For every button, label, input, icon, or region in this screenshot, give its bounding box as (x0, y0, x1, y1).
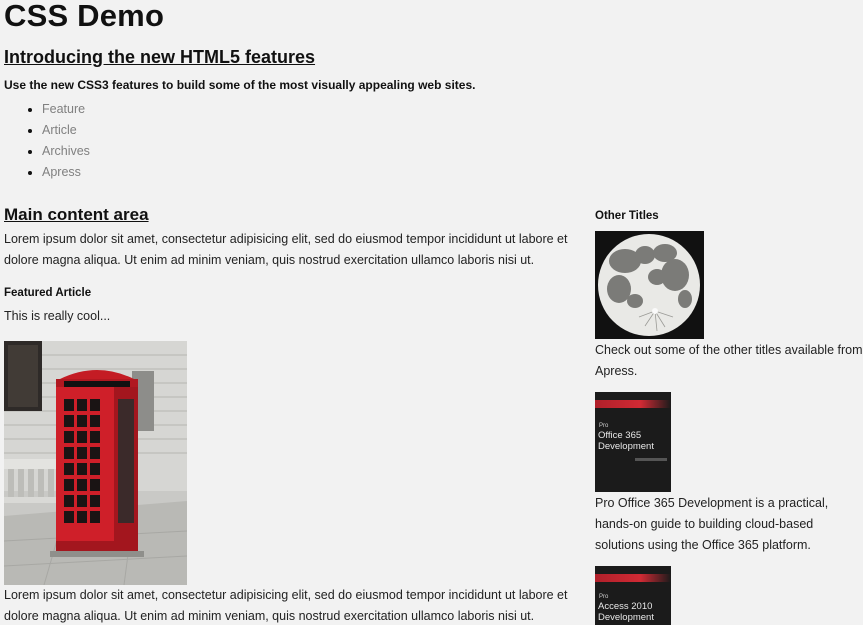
nav-item: Feature (42, 99, 90, 120)
book-stripe (595, 574, 671, 582)
main-paragraph-2: Lorem ipsum dolor sit amet, consectetur … (4, 588, 568, 623)
main-paragraph-1: Lorem ipsum dolor sit amet, consectetur … (4, 232, 568, 267)
book-authors-line (635, 458, 667, 461)
nav-item: Apress (42, 162, 90, 183)
moon-image (595, 231, 704, 339)
sidebar-heading: Other Titles (595, 210, 659, 222)
book-cover-access2010[interactable]: Pro Access 2010 Development (595, 566, 671, 625)
intro-heading: Introducing the new HTML5 features (4, 47, 316, 67)
book-pro-label: Pro (599, 423, 609, 429)
book-title: Access 2010 Development (598, 601, 654, 623)
intro-subheading: Use the new CSS3 features to build some … (4, 78, 476, 92)
book-pro-label: Pro (599, 594, 609, 600)
phone-box-image (4, 341, 187, 585)
book-stripe (595, 400, 671, 408)
nav-link-article[interactable]: Article (42, 123, 77, 137)
main-heading: Main content area (4, 205, 149, 224)
nav-item: Article (42, 120, 90, 141)
featured-heading: Featured Article (4, 287, 92, 299)
page: CSS Demo Introducing the new HTML5 featu… (0, 0, 863, 625)
nav-link-apress[interactable]: Apress (42, 165, 81, 179)
nav-list: Feature Article Archives Apress (24, 99, 90, 183)
book-description: Pro Office 365 Development is a practica… (595, 496, 829, 552)
featured-text: This is really cool... (4, 309, 111, 323)
book-title: Office 365 Development (598, 430, 654, 452)
nav-item: Archives (42, 141, 90, 162)
sidebar-intro-text: Check out some of the other titles avail… (595, 343, 863, 378)
page-title: CSS Demo (4, 0, 165, 33)
book-cover-office365[interactable]: Pro Office 365 Development (595, 392, 671, 492)
nav-link-feature[interactable]: Feature (42, 102, 85, 116)
nav-link-archives[interactable]: Archives (42, 144, 90, 158)
